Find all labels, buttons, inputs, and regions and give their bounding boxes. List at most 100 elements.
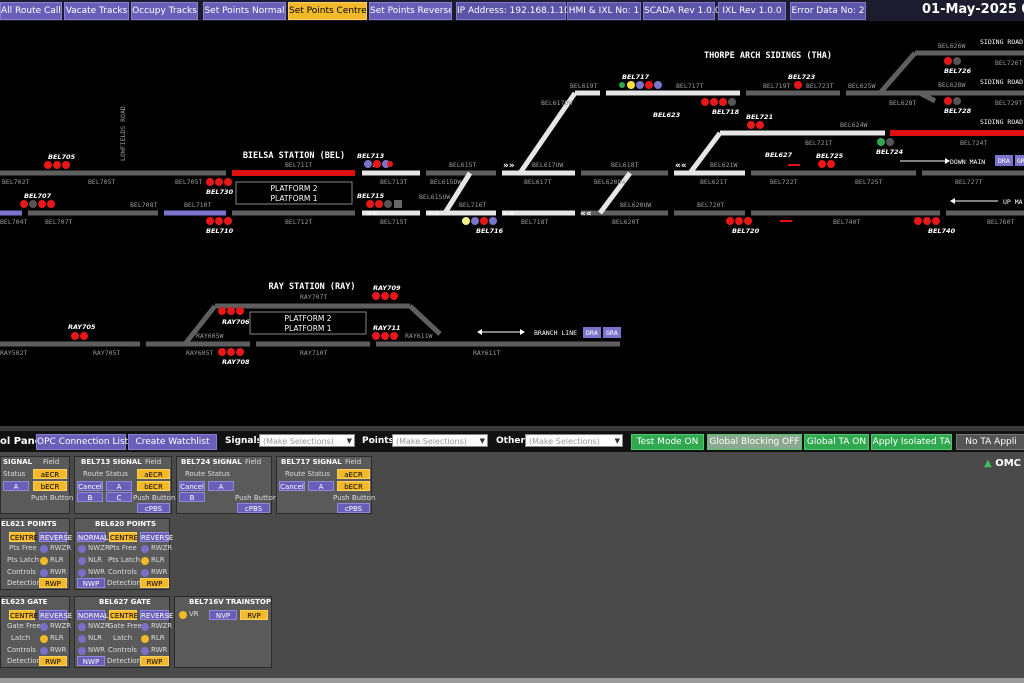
rlr-label: RLR <box>151 634 165 642</box>
detection-label: Detection <box>107 579 142 587</box>
signal-bel716[interactable] <box>462 217 497 225</box>
reverse-button[interactable]: REVERSE <box>39 610 72 620</box>
apply-isolated-ta-button[interactable]: Apply Isolated TA <box>871 434 952 450</box>
centre-button[interactable]: CENTRE <box>109 532 138 542</box>
card-title: BEL724 SIGNAL <box>181 458 242 466</box>
all-route-calls-button[interactable]: All Route Calls <box>0 2 62 20</box>
label-ray707t: RAY707T <box>300 293 327 301</box>
vacate-tracks-button[interactable]: Vacate Tracks <box>64 2 129 20</box>
route-b-button[interactable]: B <box>77 492 103 502</box>
controls-label: Controls <box>7 646 36 654</box>
route-c-button[interactable]: C <box>106 492 132 502</box>
rwr-label: RWR <box>50 646 67 654</box>
test-mode-button[interactable]: Test Mode ON <box>631 434 704 450</box>
set-points-centre-button[interactable]: Set Points Centre <box>288 2 367 20</box>
nwzr-indicator <box>78 623 86 631</box>
route-b-button[interactable]: B <box>179 492 205 502</box>
signals-select[interactable]: (Make Selections) ▼ <box>259 434 355 447</box>
cancel-button[interactable]: Cancel <box>279 481 305 491</box>
other-select[interactable]: (Make Selections) ▼ <box>525 434 623 447</box>
rwr-indicator <box>141 647 149 655</box>
label-bel625w: BEL625W <box>848 82 875 90</box>
signal-ray708[interactable] <box>218 348 244 356</box>
label-bel702t: BEL702T <box>2 178 29 186</box>
occupy-tracks-button[interactable]: Occupy Tracks <box>131 2 198 20</box>
set-points-normal-button[interactable]: Set Points Normal <box>203 2 286 20</box>
track-ray611w[interactable] <box>408 304 442 336</box>
nwp-indicator: NWP <box>77 656 105 666</box>
signal-ray706[interactable] <box>218 307 244 315</box>
reverse-button[interactable]: REVERSE <box>39 532 72 542</box>
signal-ray705[interactable] <box>71 332 88 340</box>
cancel-button[interactable]: Cancel <box>77 481 103 491</box>
signal-ray709[interactable] <box>372 292 398 300</box>
centre-button[interactable]: CENTRE <box>109 610 138 620</box>
signal-ray711[interactable] <box>372 332 398 340</box>
signal-bel718[interactable] <box>701 98 736 106</box>
card-title: BEL713 SIGNAL <box>81 458 142 466</box>
label-ray708: RAY708 <box>222 358 250 366</box>
signal-bel728[interactable] <box>944 97 961 105</box>
rwzr-indicator <box>141 623 149 631</box>
signal-bel705[interactable] <box>44 161 70 169</box>
label-ray611w: RAY611W <box>405 332 432 340</box>
create-watchlist-button[interactable]: Create Watchlist <box>128 434 217 450</box>
aecr-indicator: aECR <box>33 469 67 479</box>
branch-arrowhead-right <box>520 329 525 335</box>
label-bel626w: BEL626W <box>938 42 965 50</box>
opc-connection-list-button[interactable]: OPC Connection List <box>36 434 128 450</box>
cpbs-button[interactable]: cPBS <box>337 503 370 513</box>
signal-bel713[interactable] <box>364 160 393 168</box>
signal-bel725[interactable] <box>818 160 835 168</box>
signal-bel717[interactable] <box>619 81 662 89</box>
rlr-indicator <box>141 635 149 643</box>
set-points-reverse-button[interactable]: Set Points Reverse <box>369 2 452 20</box>
points-select-placeholder: (Make Selections) <box>396 437 467 446</box>
centre-button[interactable]: CENTRE <box>9 610 38 620</box>
cpbs-button[interactable]: cPBS <box>237 503 270 513</box>
normal-button[interactable]: NORMAL <box>77 610 108 620</box>
signal-bel726[interactable] <box>944 57 961 65</box>
bel620-points-card: BEL620 POINTS NORMAL CENTRE REVERSE NWZR… <box>74 518 173 590</box>
signal-bel740[interactable] <box>914 217 940 225</box>
label-bel713: BEL713 <box>357 152 385 160</box>
bel716v-trainstop-card: BEL716V TRAINSTOP VR NVP RVP <box>174 596 272 668</box>
normal-button[interactable]: NORMAL <box>77 532 108 542</box>
bel623-gate-card: EL623 GATE CENTRE REVERSE Gate Free Latc… <box>0 596 72 668</box>
global-blocking-button[interactable]: Global Blocking OFF <box>707 434 802 450</box>
bottom-scrollbar[interactable] <box>0 678 1024 683</box>
route-status-label: Route Status <box>185 470 230 478</box>
cancel-button[interactable]: Cancel <box>179 481 205 491</box>
centre-button[interactable]: CENTRE <box>9 532 38 542</box>
route-a-button[interactable]: A <box>208 481 234 491</box>
controls-label: Controls <box>7 568 36 576</box>
route-a-button[interactable]: A <box>106 481 132 491</box>
route-a-button[interactable]: A <box>3 481 29 491</box>
bel627-gate-card: BEL627 GATE NORMAL CENTRE REVERSE NWZR N… <box>74 596 173 668</box>
rwr-indicator <box>141 569 149 577</box>
signal-bel707[interactable] <box>20 200 55 208</box>
label-ray710t: RAY710T <box>300 349 327 357</box>
signal-bel730[interactable] <box>206 178 232 186</box>
signal-bel721[interactable] <box>747 121 764 129</box>
points-select[interactable]: (Make Selections) ▼ <box>392 434 488 447</box>
label-ray711: RAY711 <box>373 324 401 332</box>
label-bel729t: BEL729T <box>995 99 1022 107</box>
track-bel626w[interactable] <box>878 51 917 95</box>
label-bel723t: BEL723T <box>806 82 833 90</box>
rlr-indicator <box>40 635 48 643</box>
label-bel708t: BEL708T <box>130 201 157 209</box>
signal-bel724[interactable] <box>877 138 894 146</box>
hmi-ixl-info: HMI & IXL No: 1 <box>567 2 641 20</box>
global-ta-button[interactable]: Global TA ON <box>804 434 869 450</box>
signal-bel710[interactable] <box>206 217 232 225</box>
detection-label: Detection <box>107 657 142 665</box>
no-ta-applied-button[interactable]: No TA Appli <box>956 434 1024 450</box>
cpbs-button[interactable]: cPBS <box>137 503 170 513</box>
route-a-button[interactable]: A <box>308 481 334 491</box>
signal-bel723[interactable] <box>794 81 802 89</box>
signal-bel720[interactable] <box>726 217 752 225</box>
reverse-button[interactable]: REVERSE <box>140 532 173 542</box>
signal-bel715[interactable] <box>366 200 402 208</box>
reverse-button[interactable]: REVERSE <box>140 610 173 620</box>
